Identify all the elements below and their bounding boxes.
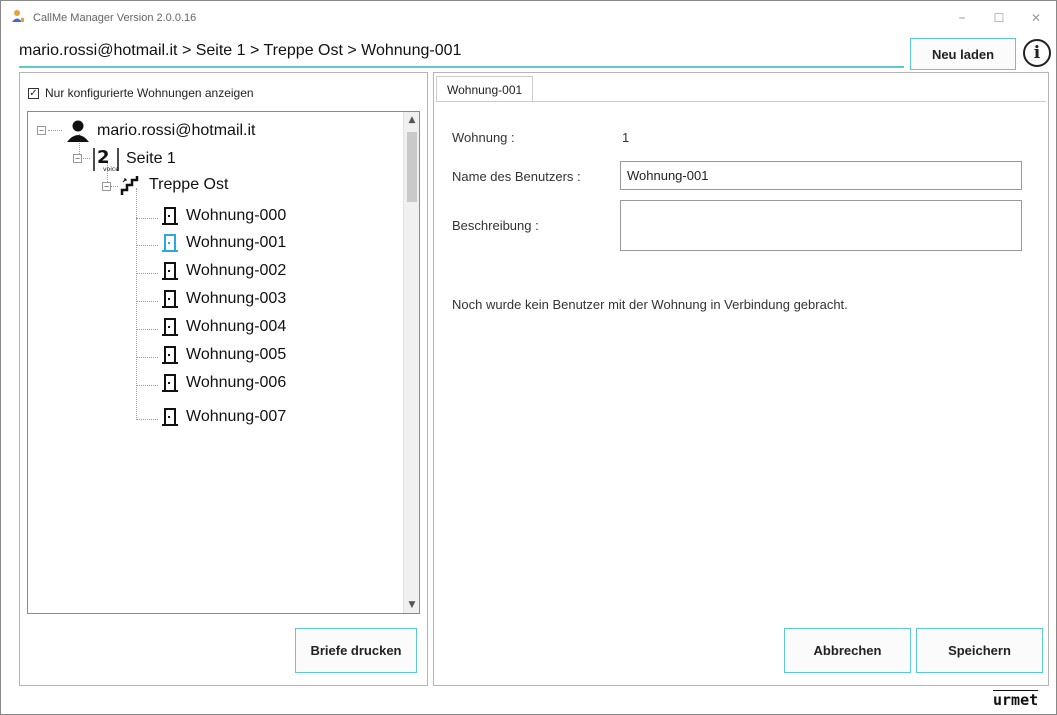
tab-apartment[interactable]: Wohnung-001: [436, 76, 534, 102]
info-icon[interactable]: i: [1023, 39, 1051, 67]
tree-node-label: Seite 1: [126, 150, 176, 167]
scroll-thumb[interactable]: [407, 132, 417, 202]
tree-node-label: Wohnung-000: [186, 207, 287, 224]
username-label: Name des Benutzers :: [452, 169, 581, 184]
door-icon: [162, 290, 178, 308]
tree-node-label: Wohnung-006: [186, 374, 287, 391]
tree-scrollbar[interactable]: ▲ ▼: [403, 112, 419, 613]
collapse-staircase-icon[interactable]: −: [102, 182, 111, 191]
description-input[interactable]: [620, 200, 1022, 251]
tree-node-label: mario.rossi@hotmail.it: [97, 122, 256, 139]
tree-node-apartment[interactable]: Wohnung-006: [161, 373, 286, 393]
staircase-icon: [120, 176, 139, 195]
tree-node-apartment[interactable]: Wohnung-003: [161, 289, 286, 309]
tree-node-label: Wohnung-004: [186, 318, 287, 335]
tree-node-label: Treppe Ost: [149, 176, 229, 193]
scroll-up-icon[interactable]: ▲: [404, 112, 419, 128]
svg-text:voice: voice: [103, 166, 119, 172]
panel-2voice-icon: 2 voice: [93, 147, 119, 172]
details-panel: Wohnung-001 Wohnung : 1 Name des Benutze…: [433, 72, 1049, 686]
tree-node-apartment[interactable]: Wohnung-002: [161, 261, 286, 281]
tree-node-apartment-selected[interactable]: Wohnung-001: [161, 233, 286, 253]
scroll-down-icon[interactable]: ▼: [404, 597, 419, 613]
window-title: CallMe Manager Version 2.0.0.16: [33, 12, 197, 24]
tree-node-apartment[interactable]: Wohnung-004: [161, 317, 286, 337]
tree-node-staircase[interactable]: Treppe Ost: [120, 174, 228, 196]
door-icon: [162, 408, 178, 426]
tree-panel: ✓ Nur konfigurierte Wohnungen anzeigen −…: [19, 72, 428, 686]
save-button[interactable]: Speichern: [916, 628, 1043, 673]
cancel-button[interactable]: Abbrechen: [784, 628, 911, 673]
door-icon: [162, 374, 178, 392]
username-input[interactable]: [620, 161, 1022, 190]
filter-checkbox-label: Nur konfigurierte Wohnungen anzeigen: [45, 86, 254, 100]
tree-node-root[interactable]: mario.rossi@hotmail.it: [66, 120, 256, 142]
filter-checkbox[interactable]: ✓: [28, 87, 39, 99]
tree-node-label: Wohnung-007: [186, 408, 287, 425]
minimize-button[interactable]: –: [947, 7, 977, 29]
door-icon: [162, 346, 178, 364]
door-icon: [162, 318, 178, 336]
close-button[interactable]: ✕: [1021, 7, 1051, 29]
app-window: CallMe Manager Version 2.0.0.16 – ☐ ✕ ma…: [0, 0, 1057, 715]
breadcrumb: mario.rossi@hotmail.it > Seite 1 > Trepp…: [19, 37, 904, 68]
collapse-root-icon[interactable]: −: [37, 126, 46, 135]
tree-node-label: Wohnung-001: [186, 234, 287, 251]
reload-button[interactable]: Neu laden: [910, 38, 1016, 70]
info-message: Noch wurde kein Benutzer mit der Wohnung…: [452, 297, 848, 312]
tree-node-apartment[interactable]: Wohnung-000: [161, 206, 286, 226]
title-bar: CallMe Manager Version 2.0.0.16 – ☐ ✕: [1, 1, 1056, 35]
tree-node-label: Wohnung-005: [186, 346, 287, 363]
svg-text:2: 2: [97, 147, 110, 168]
filter-checkbox-row[interactable]: ✓ Nur konfigurierte Wohnungen anzeigen: [28, 86, 254, 100]
tree-node-apartment[interactable]: Wohnung-007: [161, 407, 286, 427]
apartment-number-label: Wohnung :: [452, 130, 515, 145]
door-icon: [162, 262, 178, 280]
app-user-icon: [12, 10, 24, 22]
description-label: Beschreibung :: [452, 218, 539, 233]
apartment-number-value: 1: [622, 130, 630, 145]
door-icon: [162, 207, 178, 225]
door-selected-icon: [162, 234, 178, 252]
collapse-page-icon[interactable]: −: [73, 154, 82, 163]
print-letters-button[interactable]: Briefe drucken: [295, 628, 417, 673]
maximize-button[interactable]: ☐: [984, 7, 1014, 29]
tree-node-label: Wohnung-002: [186, 262, 287, 279]
tree-node-page[interactable]: 2 voice Seite 1: [93, 146, 176, 172]
tree-node-label: Wohnung-003: [186, 290, 287, 307]
user-icon: [67, 120, 89, 142]
apartment-tree[interactable]: − − − mario.rossi@hotmail.it 2 voice Sei…: [27, 111, 420, 614]
urmet-logo: urmet: [993, 691, 1039, 709]
tab-content: Wohnung : 1 Name des Benutzers : Beschre…: [436, 101, 1046, 683]
tree-node-apartment[interactable]: Wohnung-005: [161, 345, 286, 365]
